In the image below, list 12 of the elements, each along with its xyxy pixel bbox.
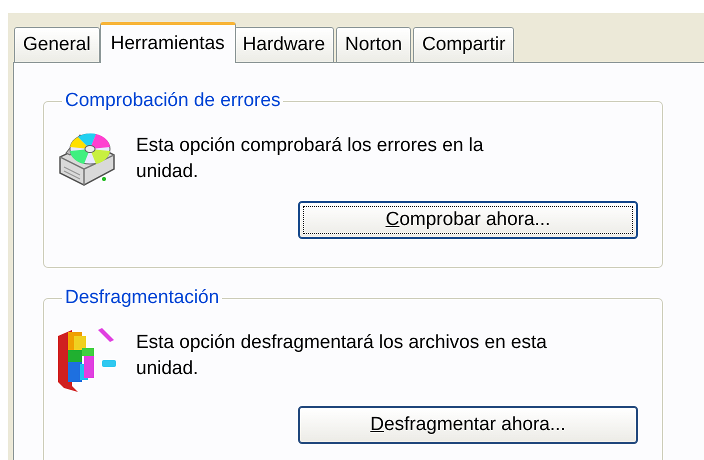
tab[interactable]: Compartir	[413, 27, 514, 62]
tab[interactable]: General	[14, 27, 100, 62]
tab[interactable]: Norton	[336, 27, 412, 62]
description-text: Esta opción comprobará los errores en la unidad.	[136, 134, 484, 184]
group-title: Desfragmentación	[64, 286, 220, 310]
colored-blocks-icon	[56, 326, 118, 392]
action-button[interactable]: Comprobar ahora...	[298, 201, 638, 239]
tab[interactable]: Herramientas	[100, 22, 236, 63]
description-text: Esta opción desfragmentará los archivos en esta unidad.	[136, 331, 547, 381]
action-button[interactable]: Desfragmentar ahora...	[298, 406, 638, 444]
group-title: Comprobación de errores	[64, 89, 282, 113]
tab[interactable]: Hardware	[234, 27, 334, 62]
